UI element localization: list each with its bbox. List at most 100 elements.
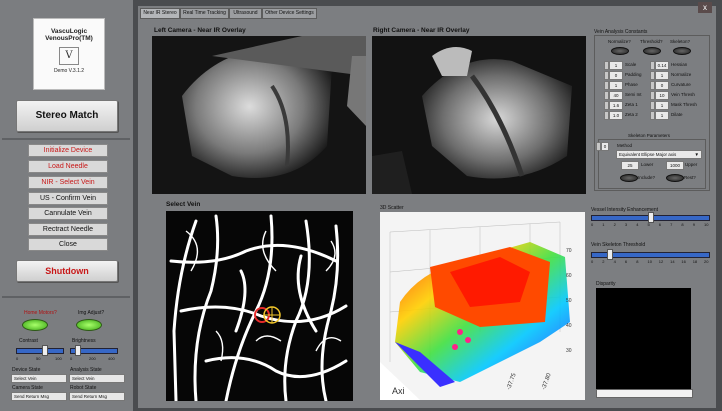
tick-label: 6 <box>658 222 662 227</box>
constant-value-field[interactable]: 1 <box>655 71 669 80</box>
right-camera-view[interactable] <box>372 36 586 194</box>
brightness-label: Brightness <box>72 338 96 344</box>
rest-toggle[interactable] <box>666 174 684 182</box>
constant-value-field[interactable]: 0 <box>609 71 623 80</box>
robot-state-label: Robot State <box>70 385 97 391</box>
lower-field[interactable]: 25 <box>621 161 639 170</box>
divider <box>2 296 130 298</box>
scatter-3d-title: 3D Scatter <box>380 205 404 211</box>
disparity-view[interactable] <box>596 288 691 392</box>
tick-label: 12 <box>658 259 664 264</box>
constant-value-field[interactable]: 40 <box>609 91 623 100</box>
divider <box>2 138 130 140</box>
constant-label: Mask Thresh <box>671 102 697 107</box>
constant-value-field[interactable]: 1 <box>655 111 669 120</box>
axis-tick: 70 <box>566 248 572 254</box>
constant-label: Padding <box>625 72 642 77</box>
retract-needle-button[interactable]: Rectract Needle <box>28 223 108 236</box>
tick-label: 18 <box>692 259 698 264</box>
home-motors-led[interactable] <box>22 319 48 331</box>
threshold-toggle[interactable] <box>643 47 661 55</box>
contrast-label: Contrast <box>19 338 38 344</box>
tab-near-ir-stereo[interactable]: Near IR Stereo <box>140 8 180 19</box>
select-vein-button[interactable]: NIR - Select Vein <box>28 176 108 189</box>
axis-label: Axi <box>392 386 405 396</box>
contrast-slider[interactable] <box>16 348 64 354</box>
brightness-slider-knob[interactable] <box>74 345 81 356</box>
img-adjust-led[interactable] <box>76 319 102 331</box>
logo: VascuLogic VenousPro(TM) V Demo V.3.1.2 <box>33 18 105 90</box>
constant-label: Curvature <box>671 82 691 87</box>
confirm-vein-button[interactable]: US - Confirm Vein <box>28 192 108 205</box>
robot-state-field: Send Return Msg <box>69 392 125 401</box>
tick-label: 6 <box>624 259 628 264</box>
contrast-slider-knob[interactable] <box>41 345 48 356</box>
skeleton-toggle[interactable] <box>673 47 691 55</box>
tick-label: 0 <box>591 222 594 227</box>
initialize-device-button[interactable]: Initialize Device <box>28 144 108 157</box>
normalize-toggle-label: Normalize? <box>608 39 631 44</box>
tick-label: 7 <box>670 222 673 227</box>
constant-value-field[interactable]: 1.0 <box>609 111 623 120</box>
analysis-state-label: Analysis State <box>70 367 102 373</box>
constant-value-field[interactable]: 1 <box>609 61 623 70</box>
logo-line2: VenousPro(TM) <box>45 35 93 42</box>
tab-real-time-tracking[interactable]: Real Time Tracking <box>180 8 229 19</box>
rest-label: Rest? <box>684 175 696 180</box>
tick-label: 5 <box>647 222 650 227</box>
camera-state-field: Send Return Msg <box>11 392 67 401</box>
normalize-toggle[interactable] <box>611 47 629 55</box>
close-button[interactable]: Close <box>28 238 108 251</box>
logo-version: Demo V.3.1.2 <box>53 68 85 74</box>
select-vein-view[interactable] <box>166 211 353 401</box>
img-adjust-label: Img Adjust? <box>78 310 105 316</box>
axis-tick: 40 <box>566 323 572 329</box>
method-dropdown[interactable]: Equivalent Ellipse Major axis ▼ <box>616 150 702 159</box>
load-needle-button[interactable]: Load Needle <box>28 160 108 173</box>
constant-value-field[interactable]: 1 <box>609 81 623 90</box>
constant-label: Zeta 1 <box>625 102 638 107</box>
constant-value-field[interactable]: 1 <box>655 101 669 110</box>
constant-label: Vein Thresh <box>671 92 695 97</box>
left-control-panel: VascuLogic VenousPro(TM) V Demo V.3.1.2 … <box>0 0 133 411</box>
tick-label: 16 <box>681 259 686 264</box>
axis-tick: 50 <box>566 298 572 304</box>
left-camera-title: Left Camera - Near IR Overlay <box>154 27 246 34</box>
skeleton-num-field[interactable]: 0 <box>601 142 609 151</box>
tick-label: 50 <box>36 356 41 361</box>
constant-label: Scale <box>625 62 637 67</box>
cannulate-vein-button[interactable]: Cannulate Vein <box>28 207 108 220</box>
tick-label: 8 <box>681 222 684 227</box>
left-camera-view[interactable] <box>152 36 366 194</box>
stereo-match-button[interactable]: Stereo Match <box>16 100 118 132</box>
tick-label: 10 <box>704 222 709 227</box>
constant-value-field[interactable]: 1.6 <box>609 101 623 110</box>
close-icon[interactable]: x <box>698 2 712 13</box>
constant-value-field[interactable]: 0.14 <box>655 61 669 70</box>
tick-label: 400 <box>108 356 115 361</box>
include-label: Include? <box>638 175 656 180</box>
method-value: Equivalent Ellipse Major axis <box>619 152 677 157</box>
disparity-label: Disparity <box>596 281 616 287</box>
axis-tick: -37.75 <box>506 372 518 391</box>
tab-other-device-settings[interactable]: Other Device Settings <box>262 8 317 19</box>
constant-value-field[interactable]: 10 <box>655 91 669 100</box>
skeleton-slider-label: Vein Skeleton Threshold <box>591 242 646 248</box>
upper-field[interactable]: 1000 <box>666 161 684 170</box>
vein-skeleton-image <box>166 211 353 401</box>
shutdown-button[interactable]: Shutdown <box>16 260 118 282</box>
tick-label: 200 <box>89 356 96 361</box>
tab-ultrasound[interactable]: Ultrasound <box>229 8 262 19</box>
include-toggle[interactable] <box>620 174 638 182</box>
skeleton-slider-knob[interactable] <box>606 249 613 260</box>
constant-value-field[interactable]: 0 <box>655 81 669 90</box>
scatter-3d-plot[interactable]: Axi -37.75 -37.80 70 60 50 40 30 <box>380 212 585 400</box>
camera-state-label: Camera State <box>12 385 43 391</box>
tick-label: 1 <box>602 222 605 227</box>
tick-label: 8 <box>636 259 639 264</box>
tick-label: 2 <box>602 259 605 264</box>
skeleton-toggle-label: Skeleton? <box>670 39 691 44</box>
lower-label: Lower <box>641 162 654 167</box>
constant-label: Normalize <box>671 72 692 77</box>
upper-label: Upper <box>685 162 698 167</box>
